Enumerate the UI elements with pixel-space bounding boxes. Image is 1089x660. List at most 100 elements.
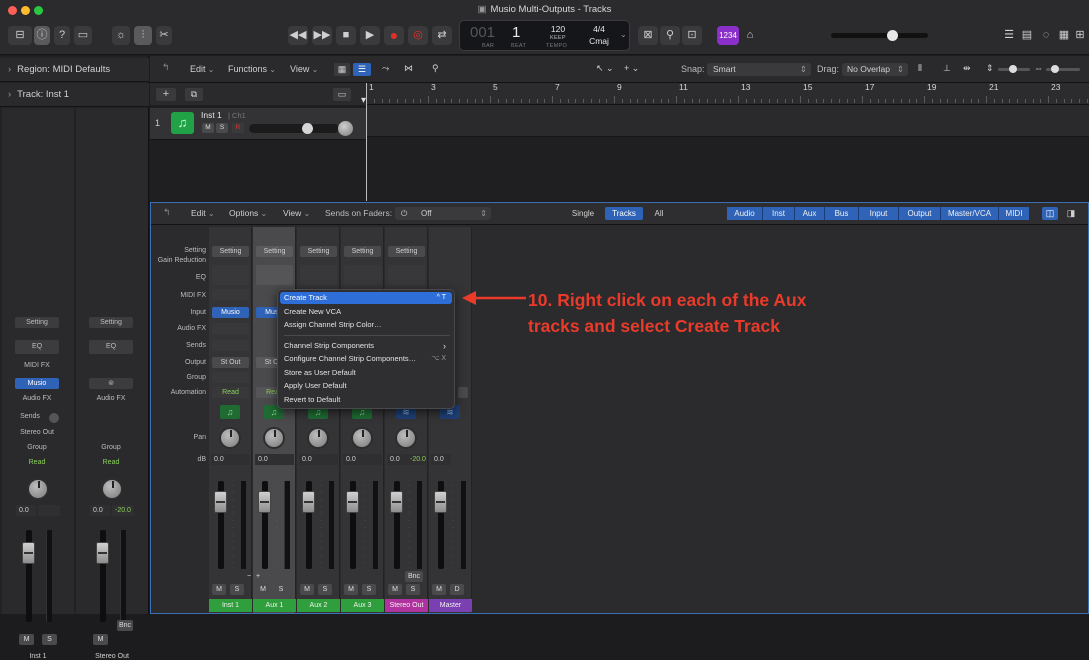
track-record-button[interactable]: R bbox=[232, 123, 244, 133]
menu-item-revert-to-default[interactable]: Revert to Default bbox=[280, 394, 452, 406]
midi-fx-slot[interactable]: MIDI FX bbox=[15, 362, 59, 369]
track-lane[interactable] bbox=[366, 105, 1089, 137]
play-button[interactable]: ▶ bbox=[360, 26, 380, 45]
pan-knob[interactable] bbox=[101, 478, 123, 500]
setting-button[interactable]: Setting bbox=[300, 246, 337, 257]
channel-name[interactable]: Master bbox=[429, 599, 472, 612]
channel-name[interactable]: Aux 3 bbox=[341, 599, 384, 612]
channel-name[interactable]: Stereo Out bbox=[385, 599, 428, 612]
autopunch-button[interactable]: ⚲ bbox=[660, 26, 680, 45]
mode-tracks-button[interactable]: Tracks bbox=[605, 207, 643, 220]
add-aux-button[interactable]: + bbox=[254, 571, 262, 582]
instrument-slot[interactable]: Musio bbox=[15, 378, 59, 389]
mute-button[interactable]: M bbox=[300, 584, 314, 595]
cycle-button[interactable]: ⇄ bbox=[432, 26, 452, 45]
ruler[interactable]: 1 3 5 7 9 11 13 15 17 19 21 23 bbox=[366, 82, 1089, 105]
solo-button[interactable]: S bbox=[230, 584, 244, 595]
bounce-button[interactable]: Bnc bbox=[405, 571, 423, 582]
pan-knob[interactable] bbox=[395, 427, 417, 449]
list-editors-button[interactable]: ☰ bbox=[1001, 26, 1017, 45]
setting-button[interactable]: Setting bbox=[212, 246, 249, 257]
low-latency-button[interactable]: ⊠ bbox=[638, 26, 658, 45]
mute-button[interactable]: M bbox=[93, 634, 108, 645]
automation-toggle[interactable] bbox=[458, 387, 468, 398]
menu-item-configure-components[interactable]: Configure Channel Strip Components… ⌥ X bbox=[280, 353, 452, 365]
eq-thumbnail[interactable] bbox=[212, 265, 249, 285]
editors-button[interactable]: ✂ bbox=[156, 26, 172, 45]
volume-fader[interactable] bbox=[390, 491, 403, 513]
track-pan-knob[interactable] bbox=[338, 121, 353, 136]
stop-button[interactable]: ■ bbox=[336, 26, 356, 45]
menu-item-store-user-default[interactable]: Store as User Default bbox=[280, 367, 452, 379]
mute-button[interactable]: M bbox=[212, 584, 226, 595]
catch-icon[interactable]: ⚲ bbox=[432, 63, 439, 74]
playhead-marker-icon[interactable]: ▾ bbox=[361, 95, 366, 106]
snap-dropdown[interactable]: Smart ⇕ bbox=[707, 63, 811, 76]
pan-knob[interactable] bbox=[263, 427, 285, 449]
solo-button[interactable]: S bbox=[42, 634, 57, 645]
automation-mode[interactable]: Read bbox=[212, 387, 249, 398]
solo-button[interactable]: S bbox=[274, 584, 288, 595]
browser-button[interactable]: ▦ bbox=[1056, 26, 1072, 45]
audio-fx-slot[interactable]: Audio FX bbox=[15, 395, 59, 402]
library-button[interactable]: ⊟ bbox=[8, 26, 32, 45]
replace-button[interactable]: ◎ bbox=[408, 26, 428, 45]
eq-thumbnail[interactable] bbox=[344, 265, 381, 285]
group-slot[interactable]: Group bbox=[89, 444, 133, 451]
mute-button[interactable]: M bbox=[19, 634, 34, 645]
edit-menu[interactable]: Edit bbox=[190, 64, 214, 74]
track-inspector-header[interactable]: › Track: Inst 1 bbox=[0, 83, 149, 107]
output-slot[interactable]: Stereo Out bbox=[15, 429, 59, 436]
eq-thumbnail[interactable] bbox=[256, 265, 293, 285]
menu-item-create-new-vca[interactable]: Create New VCA bbox=[280, 306, 452, 318]
region-inspector-header[interactable]: › Region: MIDI Defaults bbox=[0, 58, 149, 82]
inspector-button[interactable]: ⓘ bbox=[34, 26, 50, 45]
setting-button[interactable]: Setting bbox=[256, 246, 293, 257]
group-slot[interactable] bbox=[212, 372, 249, 383]
setting-button[interactable]: Setting bbox=[344, 246, 381, 257]
filter-input-button[interactable]: Input bbox=[859, 207, 899, 220]
sends-slot[interactable]: Sends bbox=[15, 413, 45, 420]
wide-strips-button[interactable]: ◨ bbox=[1063, 207, 1079, 220]
rewind-button[interactable]: ◀◀ bbox=[288, 26, 308, 45]
notepad-button[interactable]: ▤ bbox=[1019, 26, 1035, 45]
track-volume-slider[interactable] bbox=[249, 124, 339, 133]
track-row[interactable]: 1 ♫ Inst 1 | Ch1 M S R bbox=[150, 108, 366, 140]
filter-midi-button[interactable]: MIDI bbox=[999, 207, 1029, 220]
back-arrow-icon[interactable]: ↰ bbox=[162, 62, 170, 73]
mixer-button[interactable]: ⫶ bbox=[134, 26, 152, 45]
channel-name[interactable]: Inst 1 bbox=[209, 599, 252, 612]
fit-vertical-icon[interactable]: ⊥ bbox=[943, 63, 951, 74]
lcd-display[interactable]: 001 1 BAR BEAT 120 KEEP TEMPO 4/4 Cmaj ⌄ bbox=[459, 20, 630, 51]
volume-fader[interactable] bbox=[22, 542, 35, 564]
mute-button[interactable]: M bbox=[344, 584, 358, 595]
flex-icon[interactable]: ⤳ bbox=[382, 63, 389, 74]
filter-aux-button[interactable]: Aux bbox=[795, 207, 825, 220]
eq-button[interactable]: EQ bbox=[89, 340, 133, 354]
solo-button[interactable]: ⊡ bbox=[682, 26, 702, 45]
mute-button[interactable]: M bbox=[432, 584, 446, 595]
volume-fader[interactable] bbox=[346, 491, 359, 513]
apple-loops-button[interactable]: ⊞ bbox=[1073, 26, 1087, 45]
back-arrow-icon[interactable]: ↰ bbox=[163, 207, 171, 218]
link-icon[interactable]: ⊚ bbox=[89, 378, 133, 389]
pan-knob[interactable] bbox=[351, 427, 373, 449]
midi-fx-slot[interactable] bbox=[212, 289, 249, 300]
dim-button[interactable]: D bbox=[450, 584, 464, 595]
volume-fader[interactable] bbox=[258, 491, 271, 513]
volume-fader[interactable] bbox=[302, 491, 315, 513]
channel-name[interactable]: Aux 2 bbox=[297, 599, 340, 612]
pencil-tool-icon[interactable]: + ⌄ bbox=[624, 63, 639, 74]
pan-knob[interactable] bbox=[307, 427, 329, 449]
pointer-tool-icon[interactable]: ↖ ⌄ bbox=[596, 63, 614, 74]
list-view-button[interactable]: ☰ bbox=[353, 63, 371, 76]
setting-button[interactable]: Setting bbox=[89, 317, 133, 328]
eq-thumbnail[interactable] bbox=[388, 265, 425, 285]
grid-view-button[interactable]: ▦ bbox=[334, 63, 350, 76]
instrument-slot[interactable]: Musio bbox=[212, 307, 249, 318]
track-name[interactable]: Inst 1 bbox=[201, 110, 222, 120]
filter-master-vca-button[interactable]: Master/VCA bbox=[941, 207, 999, 220]
fast-forward-button[interactable]: ▶▶ bbox=[312, 26, 332, 45]
horizontal-zoom-knob[interactable] bbox=[1051, 65, 1059, 73]
bounce-button[interactable]: Bnc bbox=[117, 620, 133, 631]
